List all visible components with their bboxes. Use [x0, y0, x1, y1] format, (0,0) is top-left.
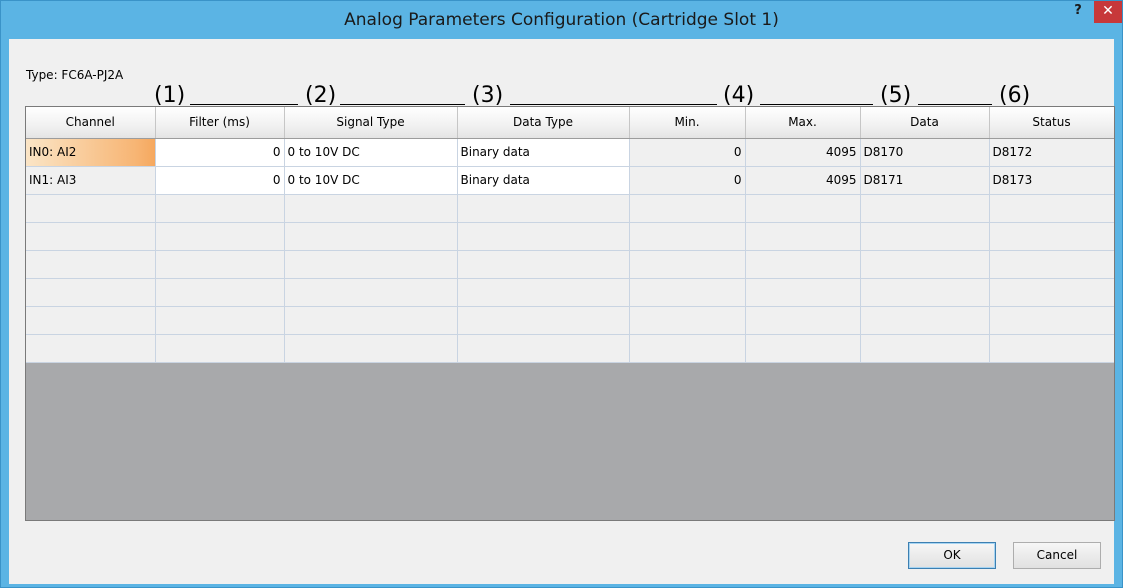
- module-type-label: Type: FC6A-PJ2A: [26, 68, 124, 82]
- filter-cell[interactable]: 0: [155, 138, 285, 167]
- ok-button[interactable]: OK: [908, 542, 996, 569]
- column-header-status[interactable]: Status: [989, 107, 1114, 139]
- callout-line-3: [510, 104, 717, 105]
- callout-line-2: [340, 104, 465, 105]
- signal-type-cell[interactable]: 0 to 10V DC: [284, 166, 458, 195]
- column-header-signal-type[interactable]: Signal Type: [284, 107, 458, 139]
- max-cell[interactable]: 4095: [745, 166, 861, 195]
- filter-cell[interactable]: 0: [155, 166, 285, 195]
- help-button[interactable]: ?: [1063, 1, 1093, 23]
- title-bar[interactable]: Analog Parameters Configuration (Cartrid…: [1, 1, 1122, 39]
- column-header-min[interactable]: Min.: [629, 107, 746, 139]
- data-cell[interactable]: D8171: [860, 166, 990, 195]
- empty-row: [26, 194, 1114, 223]
- status-cell[interactable]: D8172: [989, 138, 1114, 167]
- signal-type-cell[interactable]: 0 to 10V DC: [284, 138, 458, 167]
- callout-line-4: [760, 104, 873, 105]
- status-cell[interactable]: D8173: [989, 166, 1114, 195]
- min-cell[interactable]: 0: [629, 138, 746, 167]
- header-row: Channel Filter (ms) Signal Type Data Typ…: [26, 107, 1114, 139]
- table-row: IN0: AI2 0 0 to 10V DC Binary data 0 409…: [26, 138, 1114, 167]
- column-header-data[interactable]: Data: [860, 107, 990, 139]
- callout-line-1: [190, 104, 298, 105]
- empty-row: [26, 278, 1114, 307]
- close-button[interactable]: ✕: [1094, 1, 1122, 23]
- column-header-max[interactable]: Max.: [745, 107, 861, 139]
- parameters-table: Channel Filter (ms) Signal Type Data Typ…: [26, 107, 1114, 363]
- empty-row: [26, 250, 1114, 279]
- channel-cell[interactable]: IN1: AI3: [26, 166, 156, 195]
- table-row: IN1: AI3 0 0 to 10V DC Binary data 0 409…: [26, 166, 1114, 195]
- column-header-channel[interactable]: Channel: [26, 107, 156, 139]
- window-title: Analog Parameters Configuration (Cartrid…: [344, 10, 779, 30]
- min-cell[interactable]: 0: [629, 166, 746, 195]
- data-cell[interactable]: D8170: [860, 138, 990, 167]
- column-header-filter[interactable]: Filter (ms): [155, 107, 285, 139]
- empty-row: [26, 334, 1114, 363]
- channel-cell[interactable]: IN0: AI2: [26, 138, 156, 167]
- data-type-cell[interactable]: Binary data: [457, 166, 630, 195]
- data-type-cell[interactable]: Binary data: [457, 138, 630, 167]
- empty-row: [26, 222, 1114, 251]
- callout-line-5: [918, 104, 992, 105]
- column-header-data-type[interactable]: Data Type: [457, 107, 630, 139]
- cancel-button[interactable]: Cancel: [1013, 542, 1101, 569]
- empty-row: [26, 306, 1114, 335]
- max-cell[interactable]: 4095: [745, 138, 861, 167]
- close-icon: ✕: [1102, 3, 1114, 19]
- parameters-grid[interactable]: Channel Filter (ms) Signal Type Data Typ…: [25, 106, 1115, 521]
